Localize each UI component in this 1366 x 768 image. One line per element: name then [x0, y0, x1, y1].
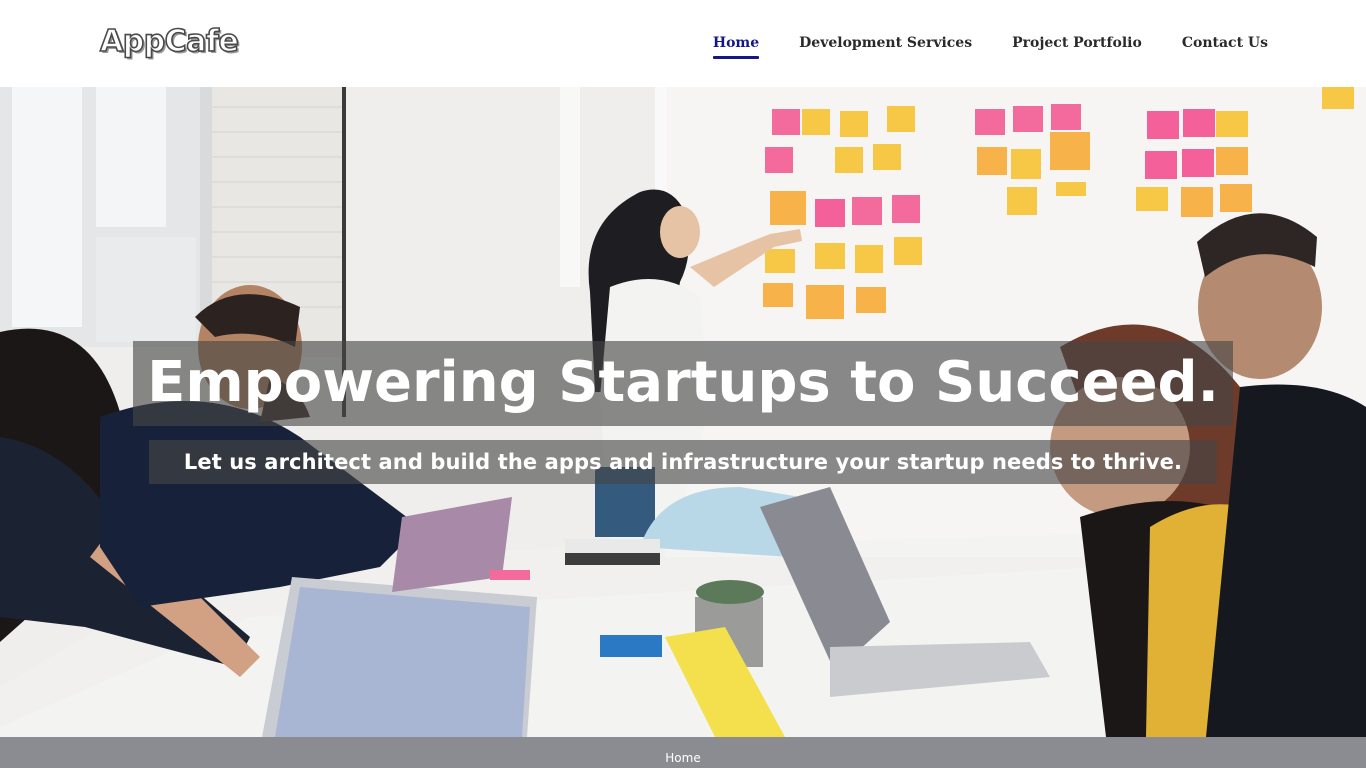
hero-headline: Empowering Startups to Succeed. [147, 350, 1219, 415]
appcafe-logo[interactable]: AppCafe [99, 23, 239, 60]
site-header: AppCafe Home Development Services Projec… [0, 0, 1366, 87]
hero-subheadline: Let us architect and build the apps and … [183, 450, 1183, 474]
main-nav: Home Development Services Project Portfo… [673, 0, 1268, 87]
nav-contact-us[interactable]: Contact Us [1182, 29, 1268, 58]
nav-project-portfolio[interactable]: Project Portfolio [1012, 29, 1142, 58]
footer-home-link[interactable]: Home [0, 751, 1366, 765]
hero-section: Empowering Startups to Succeed. Let us a… [0, 87, 1366, 737]
nav-home[interactable]: Home [712, 29, 760, 59]
footer-strip: Home [0, 737, 1366, 768]
nav-development-services[interactable]: Development Services [799, 29, 972, 58]
